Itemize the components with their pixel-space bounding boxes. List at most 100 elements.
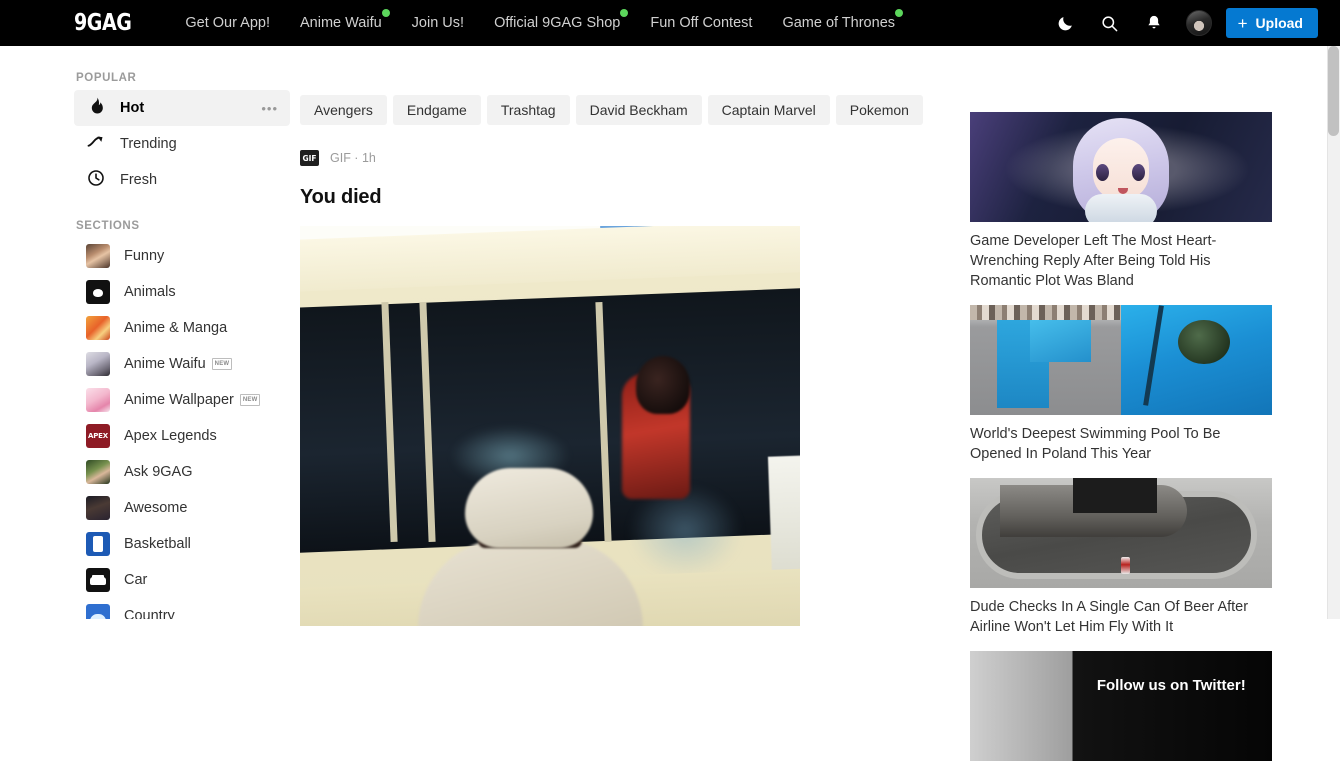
window-white-panel — [767, 455, 800, 577]
sidebar-item-basketball[interactable]: Basketball — [74, 526, 290, 562]
sidebar-item-apex-legends[interactable]: Apex Legends — [74, 418, 290, 454]
section-thumbnail — [86, 280, 110, 304]
rail-card-1[interactable]: Game Developer Left The Most Heart-Wrenc… — [970, 112, 1275, 291]
anime-eye-right — [1132, 164, 1145, 181]
nav-item-get-our-app[interactable]: Get Our App! — [170, 15, 285, 31]
sidebar-item-funny[interactable]: Funny — [74, 238, 290, 274]
twitter-banner-text: Follow us on Twitter! — [1096, 677, 1246, 695]
window-reflection — [630, 486, 740, 576]
scrollbar-thumb[interactable] — [1328, 46, 1339, 136]
sidebar-item-anime-waifu[interactable]: Anime Waifu NEW — [74, 346, 290, 382]
gif-badge: GIF — [300, 150, 319, 166]
rail-card-3[interactable]: Dude Checks In A Single Can Of Beer Afte… — [970, 478, 1275, 637]
user-avatar[interactable] — [1185, 10, 1212, 36]
sidebar-item-car[interactable]: Car — [74, 562, 290, 598]
sidebar-item-label: Trending — [120, 136, 177, 152]
pool-photo-right — [1121, 305, 1272, 415]
nav-item-anime-waifu[interactable]: Anime Waifu — [285, 9, 397, 31]
passenger-head — [636, 356, 690, 414]
nav-item-join-us[interactable]: Join Us! — [397, 15, 479, 31]
section-thumbnail — [86, 532, 110, 556]
sidebar-item-label: Animals — [124, 284, 176, 300]
sidebar-item-awesome[interactable]: Awesome — [74, 490, 290, 526]
pool-render-left — [970, 305, 1121, 415]
tag-endgame[interactable]: Endgame — [392, 95, 481, 125]
sidebar-item-anime-manga[interactable]: Anime & Manga — [74, 310, 290, 346]
post-media-gif[interactable] — [300, 226, 800, 626]
rail-card-2[interactable]: World's Deepest Swimming Pool To Be Open… — [970, 305, 1275, 464]
tag-pokemon[interactable]: Pokemon — [835, 95, 923, 125]
upload-label: Upload — [1255, 15, 1303, 31]
sidebar-item-ask-9gag[interactable]: Ask 9GAG — [74, 454, 290, 490]
baggage-carousel-thumbnail — [970, 478, 1272, 588]
sidebar-item-label: Fresh — [120, 172, 158, 188]
sidebar-item-label: Awesome — [124, 500, 188, 516]
sidebar-item-label: Anime & Manga — [124, 320, 228, 336]
nav-label: Game of Thrones — [782, 15, 896, 31]
sidebar-item-anime-wallpaper[interactable]: Anime Wallpaper NEW — [74, 382, 290, 418]
flame-icon — [86, 96, 106, 121]
rail-card-title[interactable]: Dude Checks In A Single Can Of Beer Afte… — [970, 597, 1270, 637]
nav-item-fun-off-contest[interactable]: Fun Off Contest — [635, 15, 767, 31]
new-badge: NEW — [211, 358, 233, 370]
sidebar-item-country[interactable]: Country — [74, 598, 290, 619]
tag-captain-marvel[interactable]: Captain Marvel — [707, 95, 830, 125]
section-thumbnail — [86, 568, 110, 592]
sidebar-item-trending[interactable]: Trending — [74, 126, 290, 162]
page-scrollbar[interactable] — [1327, 46, 1340, 619]
nav-label: Official 9GAG Shop — [494, 15, 621, 31]
tag-avengers[interactable]: Avengers — [300, 95, 387, 125]
sidebar-item-label: Apex Legends — [124, 428, 217, 444]
moon-icon[interactable] — [1049, 6, 1083, 40]
sidebar-item-label: Funny — [124, 248, 165, 264]
section-thumbnail — [86, 388, 110, 412]
beer-can — [1121, 557, 1130, 575]
section-thumbnail — [86, 244, 110, 268]
post-title[interactable]: You died — [300, 186, 810, 209]
anime-eye-left — [1096, 164, 1109, 181]
site-logo[interactable]: 9GAG — [74, 10, 132, 36]
new-indicator-dot — [620, 9, 629, 17]
nav-label: Fun Off Contest — [650, 15, 753, 31]
search-icon[interactable] — [1093, 6, 1127, 40]
sidebar-item-label: Anime Waifu — [124, 356, 206, 372]
tag-david-beckham[interactable]: David Beckham — [575, 95, 702, 125]
upload-button[interactable]: + Upload — [1225, 8, 1318, 38]
sidebar-item-label: Basketball — [124, 536, 191, 552]
sidebar-item-animals[interactable]: Animals — [74, 274, 290, 310]
header-nav: Get Our App! Anime Waifu Join Us! Offici… — [170, 9, 910, 31]
new-indicator-dot — [895, 9, 904, 17]
sidebar-heading-popular: POPULAR — [76, 72, 137, 84]
bell-icon[interactable] — [1137, 6, 1171, 40]
anime-scarf — [1085, 194, 1157, 222]
right-rail: Game Developer Left The Most Heart-Wrenc… — [970, 46, 1275, 775]
tag-trashtag[interactable]: Trashtag — [486, 95, 570, 125]
page-body: POPULAR Hot ••• Trending Fresh SECTIONS … — [0, 46, 1340, 761]
section-thumbnail — [86, 316, 110, 340]
header-actions: + Upload — [1044, 0, 1340, 46]
person-cap — [465, 468, 593, 548]
sidebar-item-fresh[interactable]: Fresh — [74, 162, 290, 198]
rail-card-4-twitter-banner[interactable]: Follow us on Twitter! — [970, 651, 1275, 761]
nav-label: Get Our App! — [185, 15, 271, 31]
rail-card-title[interactable]: Game Developer Left The Most Heart-Wrenc… — [970, 231, 1270, 291]
nav-item-official-9gag-shop[interactable]: Official 9GAG Shop — [479, 9, 635, 31]
top-header: 9GAG Get Our App! Anime Waifu Join Us! O… — [0, 0, 1340, 46]
nav-label: Join Us! — [411, 15, 465, 31]
section-thumbnail — [86, 352, 110, 376]
sidebar-item-menu-icon[interactable]: ••• — [261, 102, 278, 115]
sidebar-item-label: Hot — [120, 100, 145, 116]
rail-card-title[interactable]: World's Deepest Swimming Pool To Be Open… — [970, 424, 1270, 464]
trending-tag-list: Avengers Endgame Trashtag David Beckham … — [300, 46, 923, 125]
plus-icon: + — [1237, 13, 1248, 33]
nav-item-game-of-thrones[interactable]: Game of Thrones — [767, 9, 910, 31]
sidebar-item-hot[interactable]: Hot ••• — [74, 90, 290, 126]
sidebar-item-label: Ask 9GAG — [124, 464, 193, 480]
twitter-banner: Follow us on Twitter! — [970, 651, 1272, 761]
post-meta: GIF GIF · 1h — [300, 150, 810, 166]
nav-label: Anime Waifu — [300, 15, 382, 31]
sidebar-item-label: Anime Wallpaper — [124, 392, 234, 408]
section-thumbnail — [86, 496, 110, 520]
sidebar-heading-sections: SECTIONS — [76, 220, 140, 232]
new-indicator-dot — [381, 9, 390, 17]
